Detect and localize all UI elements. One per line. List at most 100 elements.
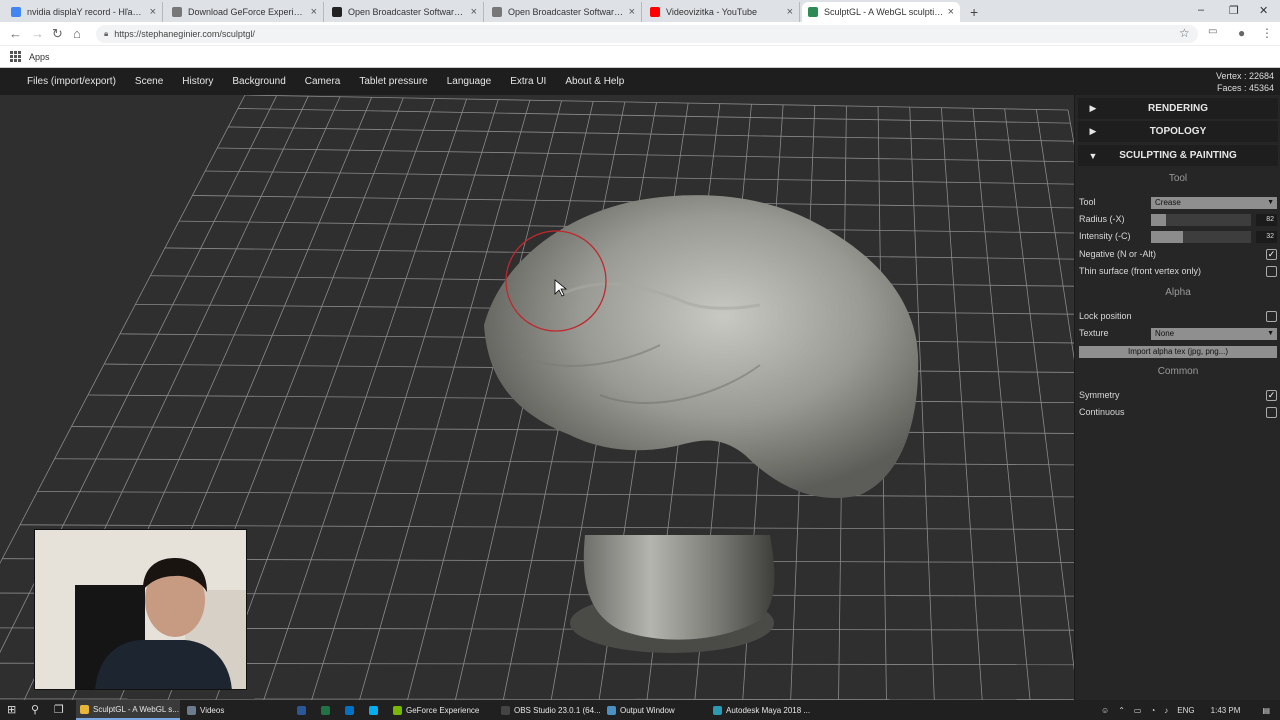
new-tab-button[interactable]: +: [970, 4, 978, 20]
dropdown-caret-icon: ▼: [1267, 199, 1274, 206]
maximize-button[interactable]: ❐: [1229, 4, 1239, 17]
window-icon: [607, 705, 616, 715]
folder-icon: [187, 705, 196, 715]
thin-surface-checkbox[interactable]: [1266, 266, 1277, 277]
section-topology[interactable]: ▶ TOPOLOGY: [1078, 121, 1278, 142]
clock[interactable]: 1:43 PM: [1211, 706, 1241, 715]
apps-bookmark[interactable]: Apps: [29, 52, 50, 62]
network-icon[interactable]: ◔: [1150, 706, 1155, 715]
tool-subheader: Tool: [1168, 173, 1188, 184]
negative-checkbox[interactable]: ✓: [1266, 249, 1277, 260]
cast-icon[interactable]: ▭: [1208, 26, 1217, 37]
back-arrow-icon[interactable]: ←: [9, 26, 22, 41]
intensity-value[interactable]: 32: [1256, 231, 1277, 243]
symmetry-checkbox[interactable]: ✓: [1266, 390, 1277, 401]
radius-value[interactable]: 82: [1256, 214, 1277, 226]
close-tab-icon[interactable]: ×: [311, 6, 317, 18]
forward-arrow-icon[interactable]: →: [31, 26, 44, 41]
lock-icon: 🔒︎: [104, 29, 109, 38]
close-tab-icon[interactable]: ×: [150, 6, 156, 18]
browser-tab[interactable]: SculptGL - A WebGL sculpting ap ×: [802, 2, 960, 22]
taskbar-app[interactable]: [317, 700, 339, 720]
language-indicator[interactable]: ENG: [1177, 706, 1194, 715]
google-icon: [11, 7, 21, 17]
webcam-feed-image: [35, 530, 246, 689]
windows-taskbar: ⊞ ⚲ ❐ SculptGL - A WebGL s... Videos GeFor…: [0, 700, 1280, 720]
alpha-subheader: Alpha: [1165, 287, 1191, 298]
menu-scene[interactable]: Scene: [125, 76, 172, 87]
page-icon: [172, 7, 182, 17]
address-bar[interactable]: 🔒︎ https://stephaneginier.com/sculptgl/: [96, 25, 1198, 43]
home-icon[interactable]: ⌂: [73, 26, 81, 41]
import-alpha-button[interactable]: Import alpha tex (jpg, png...): [1079, 346, 1277, 358]
search-icon[interactable]: ⚲: [31, 703, 39, 716]
radius-slider[interactable]: [1151, 214, 1251, 226]
menu-about-help[interactable]: About & Help: [556, 76, 634, 87]
battery-icon[interactable]: ▭: [1134, 706, 1142, 715]
taskbar-app-label: Output Window: [620, 705, 675, 715]
tray-overflow-icon[interactable]: ⌃: [1118, 706, 1125, 715]
action-center-icon[interactable]: ▤: [1262, 706, 1270, 715]
menu-extra-ui[interactable]: Extra UI: [501, 76, 556, 87]
continuous-label: Continuous: [1079, 407, 1125, 417]
close-window-button[interactable]: ✕: [1259, 4, 1268, 17]
close-tab-icon[interactable]: ×: [787, 6, 793, 18]
task-view-icon[interactable]: ❐: [54, 703, 64, 716]
browser-tab-strip: nvidia displaY record - Hľadať G × Downloa…: [0, 0, 1280, 22]
continuous-checkbox[interactable]: [1266, 407, 1277, 418]
browser-tab[interactable]: Open Broadcaster Software | We ×: [486, 2, 642, 22]
expanded-arrow-icon: ▼: [1088, 150, 1098, 161]
taskbar-app[interactable]: [341, 700, 363, 720]
bookmarks-bar: Apps: [0, 46, 1280, 68]
people-icon[interactable]: ☺: [1101, 706, 1109, 715]
profile-icon[interactable]: ●: [1238, 26, 1245, 40]
browser-tab[interactable]: nvidia displaY record - Hľadať G ×: [5, 2, 163, 22]
lock-position-checkbox[interactable]: [1266, 311, 1277, 322]
close-tab-icon[interactable]: ×: [948, 6, 954, 18]
taskbar-app[interactable]: Videos: [183, 700, 273, 720]
taskbar-app[interactable]: Output Window: [603, 700, 707, 720]
geforce-icon: [393, 705, 402, 715]
tool-select[interactable]: Crease ▼: [1151, 197, 1277, 209]
chrome-icon: [80, 704, 89, 714]
menu-history[interactable]: History: [173, 76, 223, 87]
radius-slider-fill: [1151, 214, 1166, 226]
minimize-button[interactable]: –: [1198, 4, 1204, 16]
apps-grid-icon[interactable]: [10, 51, 21, 62]
menu-files[interactable]: Files (import/export): [0, 76, 125, 87]
browser-tab[interactable]: Open Broadcaster Software | Hom ×: [326, 2, 484, 22]
browser-toolbar: ← → ↻ ⌂ 🔒︎ https://stephaneginier.com/sc…: [0, 22, 1280, 46]
menu-language[interactable]: Language: [437, 76, 501, 87]
taskbar-app[interactable]: OBS Studio 23.0.1 (64...: [497, 700, 601, 720]
common-subheader: Common: [1157, 366, 1199, 377]
texture-select[interactable]: None ▼: [1151, 328, 1277, 340]
bookmark-star-icon[interactable]: ☆: [1179, 26, 1190, 40]
taskbar-app[interactable]: GeForce Experience: [389, 700, 493, 720]
intensity-slider[interactable]: [1151, 231, 1251, 243]
menu-kebab-icon[interactable]: ⋮: [1261, 26, 1273, 40]
youtube-icon: [650, 7, 660, 17]
section-rendering[interactable]: ▶ RENDERING: [1078, 98, 1278, 119]
taskbar-app[interactable]: Autodesk Maya 2018 ...: [709, 700, 813, 720]
windows-start-icon[interactable]: ⊞: [7, 703, 16, 716]
volume-icon[interactable]: ♪: [1164, 706, 1168, 715]
word-icon: [297, 705, 306, 715]
negative-label: Negative (N or -Alt): [1079, 249, 1157, 259]
taskbar-app[interactable]: SculptGL - A WebGL s...: [76, 700, 180, 720]
close-tab-icon[interactable]: ×: [629, 6, 635, 18]
taskbar-app[interactable]: [293, 700, 315, 720]
close-tab-icon[interactable]: ×: [471, 6, 477, 18]
maya-icon: [713, 705, 722, 715]
menu-tablet-pressure[interactable]: Tablet pressure: [350, 76, 437, 87]
vertex-count: Vertex : 22684: [1215, 71, 1274, 81]
menu-background[interactable]: Background: [223, 76, 295, 87]
section-sculpting-painting[interactable]: ▼ SCULPTING & PAINTING: [1078, 145, 1278, 166]
tab-title: Open Broadcaster Software | We: [508, 7, 625, 17]
browser-tab[interactable]: Download GeForce Experience | N ×: [166, 2, 324, 22]
sculpt-side-panel: ▶ RENDERING ▶ TOPOLOGY ▼ SCULPTING & PAI…: [1074, 95, 1280, 700]
browser-tab[interactable]: Videovizitka - YouTube ×: [644, 2, 800, 22]
menu-camera[interactable]: Camera: [295, 76, 350, 87]
webcam-overlay: [34, 529, 247, 690]
taskbar-app[interactable]: [365, 700, 387, 720]
reload-icon[interactable]: ↻: [52, 26, 63, 42]
